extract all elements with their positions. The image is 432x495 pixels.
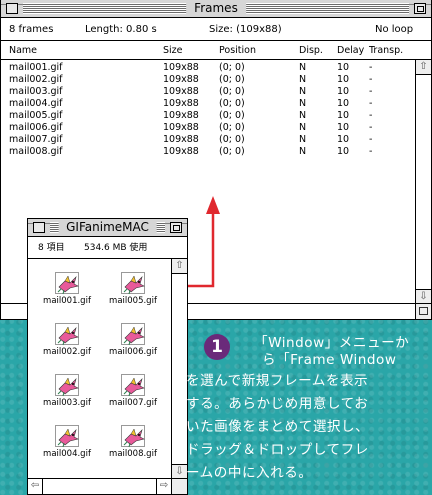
drag-arrow-head: [206, 196, 220, 214]
zoom-box-icon[interactable]: [170, 222, 182, 233]
caption-line: ームの中に入れる。: [186, 465, 313, 481]
file-name-label: mail004.gif: [43, 449, 91, 459]
file-name-label: mail002.gif: [43, 347, 91, 357]
gif-folder-window: GIFanimeMAC 8 項目 534.6 MB 使用 mail001.gif…: [27, 218, 188, 495]
file-name-label: mail005.gif: [109, 296, 157, 306]
file-name-label: mail007.gif: [109, 398, 157, 408]
file-name-label: mail008.gif: [109, 449, 157, 459]
bird-thumbnail-icon: [55, 272, 79, 295]
caption-line: を選んで新規フレームを表示: [186, 373, 369, 389]
scroll-right-arrow-icon[interactable]: ⇨: [156, 479, 171, 494]
folder-horizontal-scrollbar[interactable]: ⇦ ⇨: [28, 478, 187, 494]
gif-file-icon[interactable]: mail004.gif: [36, 425, 98, 475]
gif-file-icon[interactable]: mail001.gif: [36, 272, 98, 322]
close-box-icon[interactable]: [33, 222, 45, 233]
file-name-label: mail001.gif: [43, 296, 91, 306]
caption-line: いた画像をまとめて選択し、: [186, 419, 370, 435]
gif-file-icon[interactable]: mail002.gif: [36, 323, 98, 373]
bird-thumbnail-icon: [121, 323, 145, 346]
folder-vertical-scrollbar[interactable]: ⇧ ⇩: [171, 259, 187, 479]
gif-file-icon[interactable]: mail003.gif: [36, 374, 98, 424]
caption-line: ら「Frame Window: [262, 352, 397, 368]
bird-thumbnail-icon: [121, 425, 145, 448]
bird-thumbnail-icon: [121, 272, 145, 295]
folder-title: GIFanimeMAC: [58, 219, 157, 236]
disk-used: 534.6 MB 使用: [84, 243, 148, 253]
caption-line: ドラッグ＆ドロップしてフレ: [186, 442, 369, 458]
scroll-left-arrow-icon[interactable]: ⇦: [28, 479, 43, 494]
resize-box-icon[interactable]: [171, 479, 187, 494]
folder-info-bar: 8 項目 534.6 MB 使用: [28, 238, 187, 259]
item-count: 8 項目: [38, 243, 65, 253]
scroll-down-arrow-icon[interactable]: ⇩: [172, 464, 187, 479]
bird-thumbnail-icon: [55, 425, 79, 448]
file-icon-grid: mail001.gif mail005.gif mail002.gif mail006…: [28, 260, 172, 468]
gif-file-icon[interactable]: mail008.gif: [102, 425, 164, 475]
gif-file-icon[interactable]: mail006.gif: [102, 323, 164, 373]
file-name-label: mail006.gif: [109, 347, 157, 357]
gif-file-icon[interactable]: mail007.gif: [102, 374, 164, 424]
bird-thumbnail-icon: [121, 374, 145, 397]
scroll-up-arrow-icon[interactable]: ⇧: [172, 259, 187, 274]
caption-line: する。あらかじめ用意してお: [186, 396, 369, 412]
instruction-caption: 「Window」メニューか ら「Frame Window を選んで新規フレームを表示…: [186, 332, 432, 495]
bird-thumbnail-icon: [55, 374, 79, 397]
bird-thumbnail-icon: [55, 323, 79, 346]
file-name-label: mail003.gif: [43, 398, 91, 408]
gif-file-icon[interactable]: mail005.gif: [102, 272, 164, 322]
gif-titlebar[interactable]: GIFanimeMAC: [28, 219, 187, 237]
